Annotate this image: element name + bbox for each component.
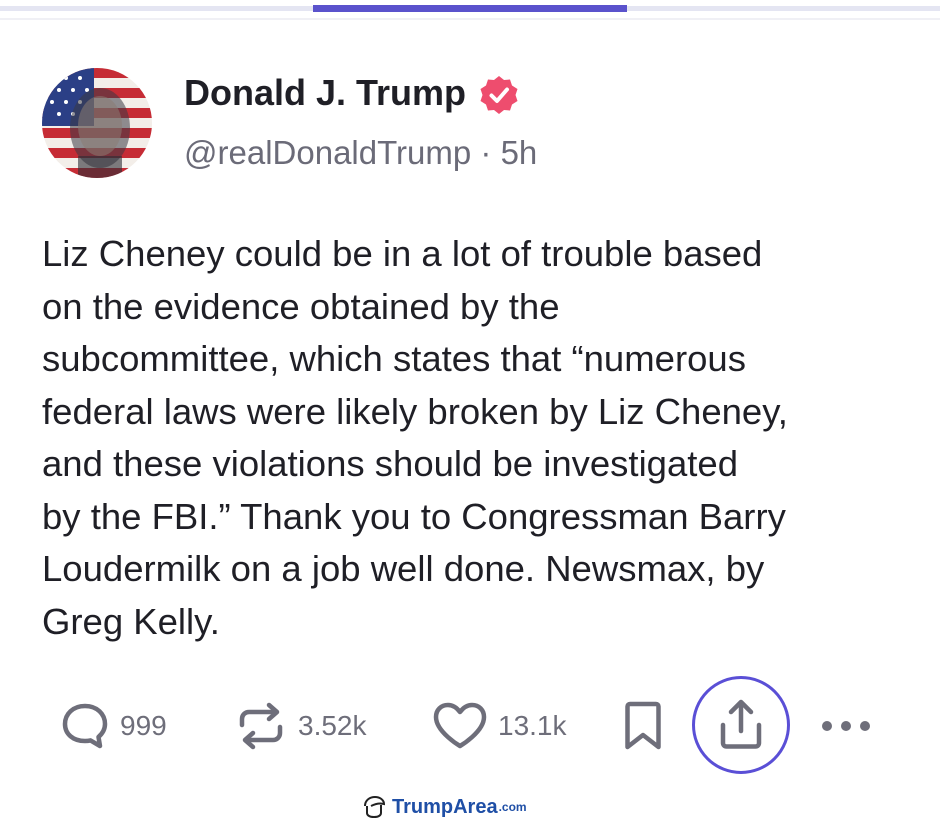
divider [0, 18, 940, 20]
post-body: Liz Cheney could be in a lot of trouble … [42, 233, 788, 642]
avatar[interactable] [42, 68, 152, 178]
heart-icon [433, 702, 487, 749]
like-button[interactable]: 13.1k [432, 696, 567, 756]
avatar-image [42, 68, 152, 178]
bookmark-button[interactable] [622, 696, 664, 756]
bookmark-icon [625, 701, 661, 750]
author-name[interactable]: Donald J. Trump [184, 72, 466, 114]
watermark: TrumpArea .com [362, 794, 527, 820]
post-timestamp[interactable]: 5h [501, 134, 538, 171]
meta-separator: · [480, 134, 492, 171]
share-button[interactable] [692, 676, 790, 774]
watermark-suffix: .com [498, 800, 527, 814]
reply-button[interactable]: 999 [60, 696, 167, 756]
author-handle[interactable]: @realDonaldTrump [184, 134, 471, 171]
reply-count: 999 [120, 710, 167, 741]
verified-badge-icon [480, 76, 518, 114]
watermark-name: TrumpArea [392, 795, 498, 818]
repost-icon [239, 702, 283, 750]
comment-icon [62, 703, 108, 749]
more-dots-icon[interactable] [818, 712, 874, 740]
retruth-button[interactable]: 3.52k [234, 696, 367, 756]
post-meta: @realDonaldTrump · 5h [184, 134, 537, 172]
retruth-count: 3.52k [298, 710, 367, 741]
active-tab-indicator [313, 5, 627, 12]
hair-logo-icon [364, 796, 386, 818]
like-count: 13.1k [498, 710, 567, 741]
share-icon [720, 699, 762, 749]
